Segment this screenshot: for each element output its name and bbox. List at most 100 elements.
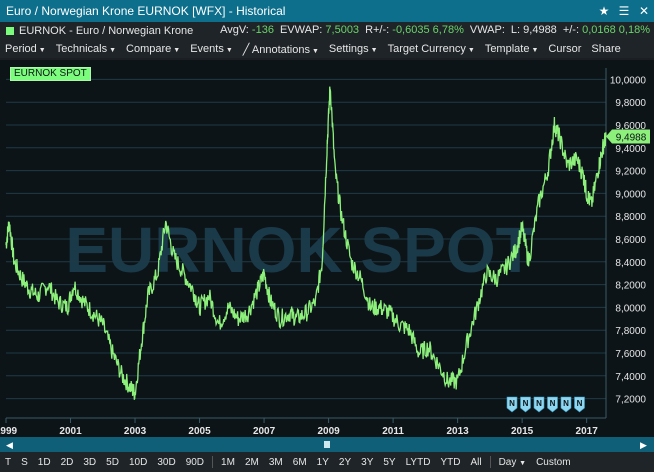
y-tick-label: 7,2000: [615, 395, 646, 406]
evwap-value: 7,5003: [325, 24, 360, 36]
btn-90d[interactable]: 90D: [186, 457, 204, 468]
btn-all[interactable]: All: [470, 457, 481, 468]
x-tick-label: 2015: [511, 426, 534, 437]
last-label: L:: [510, 24, 521, 36]
menu-technicals[interactable]: Technicals ▼: [56, 43, 116, 55]
close-icon[interactable]: ✕: [634, 4, 654, 18]
menu-template-label: Template: [484, 43, 530, 55]
divider: [489, 456, 491, 468]
menu-share[interactable]: Share: [591, 43, 620, 55]
menu-target-currency[interactable]: Target Currency ▼: [388, 43, 475, 55]
range-value: -0,6035: [392, 24, 430, 36]
y-tick-label: 7,4000: [615, 372, 646, 383]
menu-period[interactable]: Period ▼: [5, 43, 46, 55]
y-tick-label: 9,2000: [615, 167, 646, 178]
btn-10d[interactable]: 10D: [129, 457, 147, 468]
btn-1m[interactable]: 1M: [221, 457, 235, 468]
change-pct: 0,18%: [618, 24, 650, 36]
series-legend-tag[interactable]: EURNOK SPOT: [10, 67, 91, 81]
menu-events[interactable]: Events ▼: [190, 43, 233, 55]
chevron-down-icon: ▼: [311, 47, 319, 55]
period-toolbar: T S 1D 2D 3D 5D 10D 30D 90D 1M 2M 3M 6M …: [0, 452, 654, 472]
chart-area[interactable]: EURNOK SPOT 10,0000 9,8000 9,6000 9,4000 9,20…: [0, 60, 654, 437]
menu-cursor[interactable]: Cursor: [548, 43, 581, 55]
interval-select[interactable]: Day ▼: [499, 457, 527, 468]
menu-events-label: Events: [190, 43, 224, 55]
last-value: 9,4988: [523, 24, 557, 36]
btn-lytd[interactable]: LYTD: [406, 457, 431, 468]
event-marker-label: N: [550, 399, 556, 408]
btn-custom[interactable]: Custom: [536, 457, 570, 468]
interval-value: Day: [498, 456, 517, 468]
change-label: +/-:: [562, 24, 580, 36]
menu-technicals-label: Technicals: [55, 43, 108, 55]
btn-ytd[interactable]: YTD: [440, 457, 460, 468]
y-tick-label: 8,8000: [615, 212, 646, 223]
menu-target-currency-label: Target Currency: [387, 43, 466, 55]
x-tick-label: 2011: [382, 426, 404, 437]
pencil-icon: ╱: [242, 43, 250, 56]
x-tick-label: 2001: [59, 426, 82, 437]
watermark-text: EURNOK SPOT: [65, 214, 534, 286]
change-value: 0,0168: [582, 24, 616, 36]
chart-menu-bar: Period ▼ Technicals ▼ Compare ▼ Events ▼ ╱ A…: [0, 40, 654, 58]
x-tick-label: 2009: [317, 426, 340, 437]
x-tick-label: 2017: [576, 426, 599, 437]
btn-s[interactable]: S: [21, 457, 28, 468]
btn-3m[interactable]: 3M: [269, 457, 283, 468]
btn-3y[interactable]: 3Y: [361, 457, 373, 468]
x-tick-label: 2005: [188, 426, 211, 437]
chevron-down-icon: ▼: [109, 47, 117, 54]
event-marker-label: N: [577, 399, 583, 408]
window-title: Euro / Norwegian Krone EURNOK [WFX] - Hi…: [6, 4, 286, 18]
btn-5d[interactable]: 5D: [106, 457, 119, 468]
menu-compare[interactable]: Compare ▼: [126, 43, 180, 55]
scroll-left-icon: ◀: [6, 440, 13, 450]
y-tick-label: 9,4000: [615, 144, 646, 155]
last-price-label: 9,4988: [616, 133, 647, 144]
chevron-down-icon: ▼: [173, 47, 181, 54]
quote-bar: EURNOK - Euro / Norwegian Krone AvgV: -1…: [0, 22, 654, 40]
price-chart[interactable]: EURNOK SPOT10,00009,80009,60009,40009,20…: [0, 60, 654, 437]
y-tick-label: 7,8000: [615, 326, 646, 337]
btn-2m[interactable]: 2M: [245, 457, 259, 468]
y-tick-label: 8,6000: [615, 235, 646, 246]
instrument-name: EURNOK - Euro / Norwegian Krone: [19, 25, 194, 37]
title-bar: Euro / Norwegian Krone EURNOK [WFX] - Hi…: [0, 0, 654, 22]
y-tick-label: 8,4000: [615, 258, 646, 269]
evwap-label: EVWAP:: [279, 24, 323, 36]
btn-2y[interactable]: 2Y: [339, 457, 351, 468]
menu-period-label: Period: [5, 43, 37, 55]
y-tick-label: 10,0000: [610, 75, 647, 86]
menu-icon[interactable]: ☰: [614, 4, 634, 18]
menu-compare-label: Compare: [126, 43, 172, 55]
menu-annotations[interactable]: ╱ Annotations ▼: [243, 43, 319, 56]
btn-30d[interactable]: 30D: [157, 457, 175, 468]
chevron-down-icon: ▼: [225, 47, 233, 54]
quote-stats: AvgV: -136 EVWAP: 7,5003 R+/-: -0,6035 6…: [220, 24, 650, 36]
scroll-right-icon: ▶: [640, 440, 647, 450]
btn-t[interactable]: T: [5, 457, 11, 468]
y-tick-label: 8,0000: [615, 303, 646, 314]
time-scrollbar[interactable]: ◀ ▶: [0, 437, 654, 452]
btn-2d[interactable]: 2D: [61, 457, 74, 468]
menu-template[interactable]: Template ▼: [485, 43, 539, 55]
btn-3d[interactable]: 3D: [83, 457, 96, 468]
favorite-icon[interactable]: ★: [594, 4, 614, 18]
event-marker-label: N: [536, 399, 542, 408]
chevron-down-icon: ▼: [519, 459, 527, 467]
btn-1y[interactable]: 1Y: [317, 457, 329, 468]
btn-5y[interactable]: 5Y: [383, 457, 395, 468]
btn-6m[interactable]: 6M: [293, 457, 307, 468]
range-pct: 6,78%: [432, 24, 464, 36]
vwap-label: VWAP:: [469, 24, 505, 36]
event-marker-label: N: [563, 399, 569, 408]
x-tick-label: 2013: [446, 426, 469, 437]
btn-1d[interactable]: 1D: [38, 457, 51, 468]
menu-settings[interactable]: Settings ▼: [329, 43, 378, 55]
chevron-down-icon: ▼: [467, 47, 475, 54]
y-tick-label: 7,6000: [615, 349, 646, 360]
divider: [212, 456, 214, 468]
chevron-down-icon: ▼: [38, 47, 46, 54]
x-tick-label: 2007: [253, 426, 276, 437]
